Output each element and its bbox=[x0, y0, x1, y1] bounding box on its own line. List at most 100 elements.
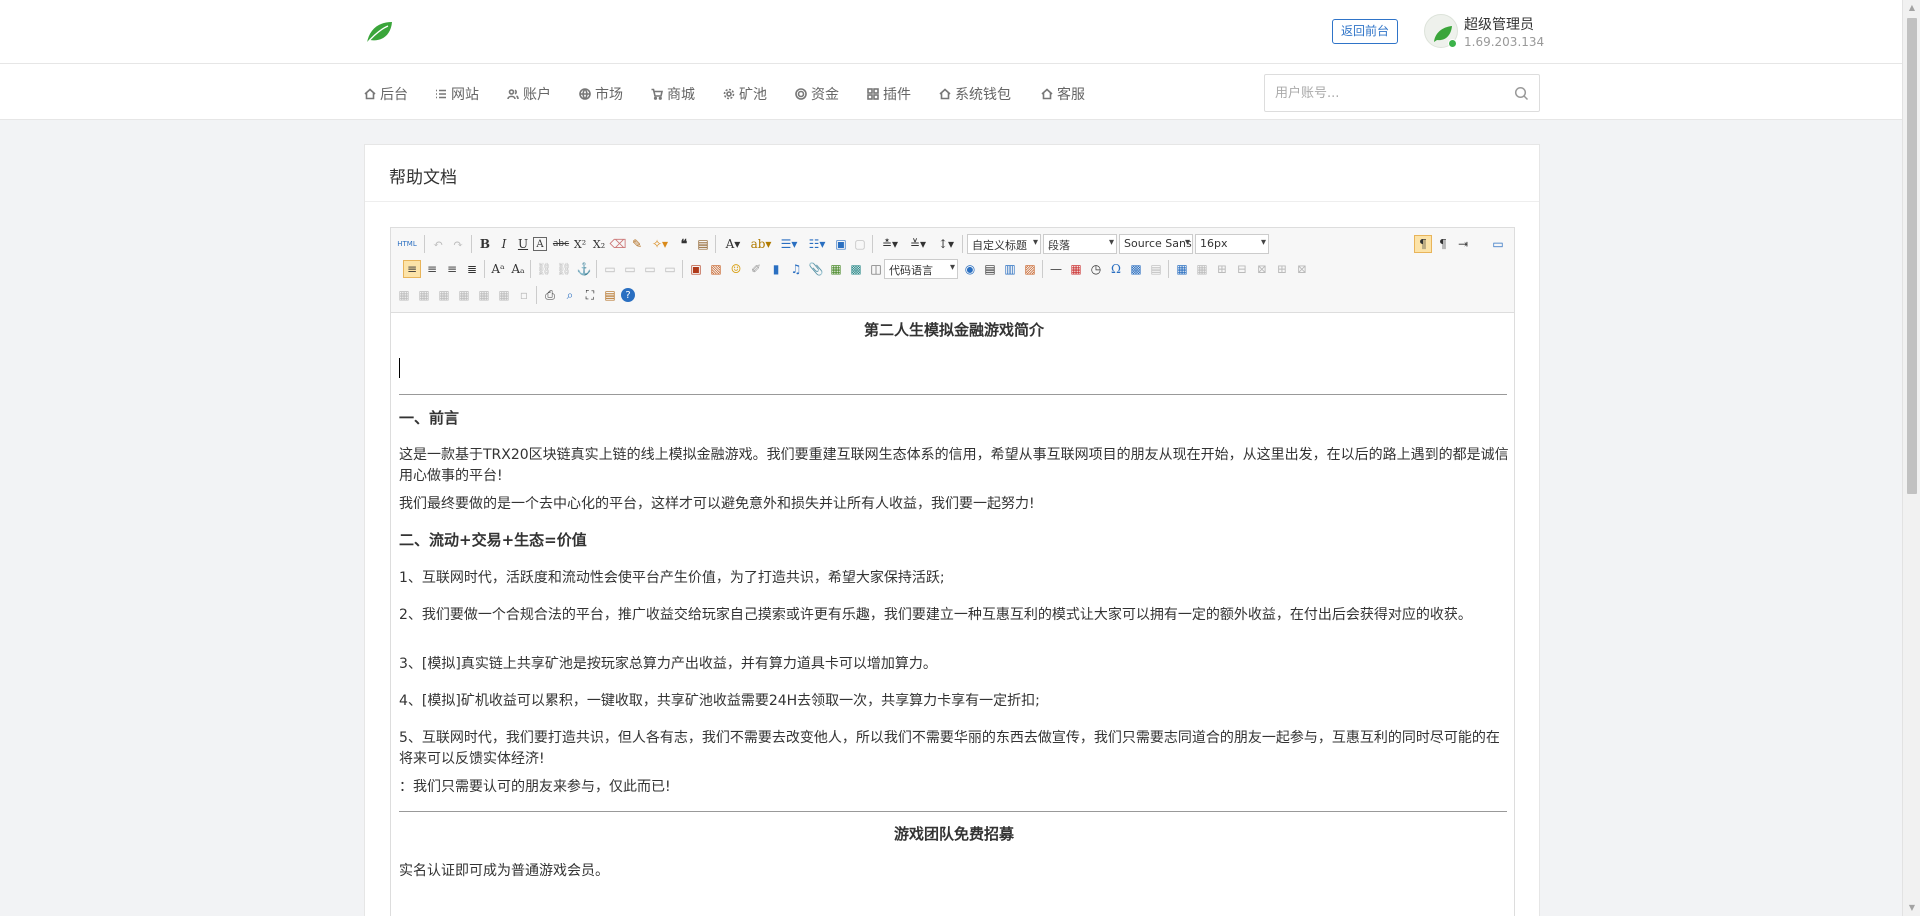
highlight-color-icon[interactable]: ab▾ bbox=[748, 235, 774, 253]
font-family-select[interactable]: Source Sans bbox=[1119, 234, 1193, 254]
merge-right-icon[interactable]: ▦ bbox=[415, 286, 433, 304]
font-size-select[interactable]: 16px bbox=[1195, 234, 1269, 254]
simple-upload-icon[interactable]: ▣ bbox=[687, 260, 705, 278]
edit-tip-icon[interactable]: ▤ bbox=[1147, 260, 1165, 278]
insert-paragraph-before-table-icon[interactable]: ⊞ bbox=[1213, 260, 1231, 278]
template-icon[interactable]: ▤ bbox=[981, 260, 999, 278]
ordered-list-icon[interactable]: ☰▾ bbox=[776, 235, 802, 253]
nav-item-market[interactable]: 市场 bbox=[579, 84, 623, 104]
subscript-icon[interactable]: X₂ bbox=[590, 235, 608, 253]
nav-item-customer-service[interactable]: 客服 bbox=[1041, 84, 1085, 104]
user-name[interactable]: 超级管理员 bbox=[1464, 14, 1534, 34]
special-chars-icon[interactable]: Ω bbox=[1107, 260, 1125, 278]
font-color-icon[interactable]: A▾ bbox=[720, 235, 746, 253]
image-center-icon[interactable]: ▭ bbox=[661, 260, 679, 278]
drafts-icon[interactable]: ▤ bbox=[601, 286, 619, 304]
return-frontend-button[interactable]: 返回前台 bbox=[1332, 19, 1399, 44]
search-input[interactable] bbox=[1275, 83, 1495, 103]
search-icon[interactable] bbox=[1514, 86, 1529, 101]
image-none-icon[interactable]: ▭ bbox=[601, 260, 619, 278]
split-to-cells-icon[interactable]: ▦ bbox=[455, 286, 473, 304]
unlink-icon[interactable]: ⛓ bbox=[555, 260, 573, 278]
nav-item-backend[interactable]: 后台 bbox=[364, 84, 408, 104]
nav-item-funds[interactable]: 资金 bbox=[795, 84, 839, 104]
emotion-icon[interactable]: ☺ bbox=[727, 260, 745, 278]
leaf-logo-icon[interactable] bbox=[364, 18, 394, 46]
unordered-list-icon[interactable]: ☷▾ bbox=[804, 235, 830, 253]
align-right-icon[interactable]: ≡ bbox=[443, 260, 461, 278]
auto-format-icon[interactable]: ✧▾ bbox=[647, 235, 673, 253]
preview-icon[interactable]: ⌕ bbox=[561, 286, 579, 304]
blockquote-icon[interactable]: ❝ bbox=[675, 235, 693, 253]
image-left-icon[interactable]: ▭ bbox=[621, 260, 639, 278]
delete-col-icon[interactable]: ⊠ bbox=[1293, 260, 1311, 278]
paste-text-icon[interactable]: ▤ bbox=[694, 235, 712, 253]
nav-item-mall[interactable]: 商城 bbox=[651, 84, 695, 104]
format-painter-icon[interactable]: ✎ bbox=[628, 235, 646, 253]
scroll-thumb[interactable] bbox=[1907, 18, 1917, 494]
to-lowercase-icon[interactable]: Aₐ bbox=[509, 260, 527, 278]
italic-icon[interactable]: I bbox=[495, 235, 513, 253]
rtl-direction-icon[interactable]: ¶ bbox=[1434, 235, 1452, 253]
link-icon[interactable]: ⛓ bbox=[535, 260, 553, 278]
row-spacing-bottom-icon[interactable]: ≚▾ bbox=[905, 235, 931, 253]
chart-icon[interactable]: ▫ bbox=[515, 286, 533, 304]
insert-video-icon[interactable]: ▮ bbox=[767, 260, 785, 278]
merge-down-icon[interactable]: ▦ bbox=[435, 286, 453, 304]
indent-icon[interactable]: ⇥ bbox=[1454, 235, 1472, 253]
to-uppercase-icon[interactable]: Aᵃ bbox=[489, 260, 507, 278]
row-spacing-top-icon[interactable]: ≛▾ bbox=[877, 235, 903, 253]
insert-code-icon[interactable]: ▨ bbox=[1021, 260, 1039, 278]
print-icon[interactable]: ⎙ bbox=[541, 286, 559, 304]
scroll-down-arrow-icon[interactable]: ▼ bbox=[1907, 903, 1917, 913]
redo-icon[interactable]: ↷ bbox=[449, 235, 467, 253]
background-icon[interactable]: ▥ bbox=[1001, 260, 1019, 278]
insert-table-icon[interactable]: ▦ bbox=[1173, 260, 1191, 278]
align-center-icon[interactable]: ≡ bbox=[423, 260, 441, 278]
help-icon[interactable]: ? bbox=[621, 288, 635, 302]
frame-icon[interactable]: ◫ bbox=[867, 260, 885, 278]
underline-icon[interactable]: U bbox=[514, 235, 532, 253]
bold-icon[interactable]: B bbox=[476, 235, 494, 253]
search-replace-icon[interactable]: ⛶ bbox=[581, 286, 599, 304]
horizontal-rule-icon[interactable]: — bbox=[1047, 260, 1065, 278]
nav-item-website[interactable]: 网站 bbox=[435, 84, 479, 104]
ltr-direction-icon[interactable]: ¶ bbox=[1414, 235, 1432, 253]
split-to-cols-icon[interactable]: ▦ bbox=[495, 286, 513, 304]
image-right-icon[interactable]: ▭ bbox=[641, 260, 659, 278]
align-justify-icon[interactable]: ≣ bbox=[463, 260, 481, 278]
nav-item-account[interactable]: 账户 bbox=[507, 84, 551, 104]
time-icon[interactable]: ◷ bbox=[1087, 260, 1105, 278]
insert-col-icon[interactable]: ⊞ bbox=[1273, 260, 1291, 278]
attachment-icon[interactable]: 📎 bbox=[807, 260, 825, 278]
wordimage-icon[interactable]: ▩ bbox=[1127, 260, 1145, 278]
nav-item-mining-pool[interactable]: 矿池 bbox=[723, 84, 767, 104]
insert-image-icon[interactable]: ▧ bbox=[707, 260, 725, 278]
paragraph-format-select[interactable]: 段落 bbox=[1043, 234, 1117, 254]
page-break-icon[interactable]: ◉ bbox=[961, 260, 979, 278]
font-border-icon[interactable]: A bbox=[533, 237, 547, 251]
insert-row-icon[interactable]: ⊟ bbox=[1233, 260, 1251, 278]
source-code-button[interactable]: HTML bbox=[395, 235, 419, 253]
code-language-select[interactable]: 代码语言 bbox=[884, 259, 958, 279]
custom-heading-select[interactable]: 自定义标题 bbox=[967, 234, 1041, 254]
align-left-icon[interactable]: ≡ bbox=[403, 260, 421, 278]
anchor-icon[interactable]: ⚓ bbox=[575, 260, 593, 278]
undo-icon[interactable]: ↶ bbox=[429, 235, 447, 253]
superscript-icon[interactable]: X² bbox=[571, 235, 589, 253]
nav-item-plugins[interactable]: 插件 bbox=[867, 84, 911, 104]
date-icon[interactable]: ▦ bbox=[1067, 260, 1085, 278]
strikethrough-icon[interactable]: abc bbox=[552, 235, 570, 253]
delete-table-icon[interactable]: ▦ bbox=[1193, 260, 1211, 278]
nav-item-system-wallet[interactable]: 系统钱包 bbox=[939, 84, 1011, 104]
split-to-rows-icon[interactable]: ▦ bbox=[475, 286, 493, 304]
page-scrollbar[interactable]: ▲ ▼ bbox=[1902, 0, 1920, 916]
clear-doc-icon[interactable]: ▢ bbox=[851, 235, 869, 253]
music-icon[interactable]: ♫ bbox=[787, 260, 805, 278]
eraser-icon[interactable]: ⌫ bbox=[609, 235, 627, 253]
map-icon[interactable]: ▦ bbox=[827, 260, 845, 278]
fullscreen-icon[interactable]: ▭ bbox=[1489, 235, 1507, 253]
merge-cells-icon[interactable]: ▦ bbox=[395, 286, 413, 304]
scroll-up-arrow-icon[interactable]: ▲ bbox=[1907, 3, 1917, 13]
gmap-icon[interactable]: ▩ bbox=[847, 260, 865, 278]
